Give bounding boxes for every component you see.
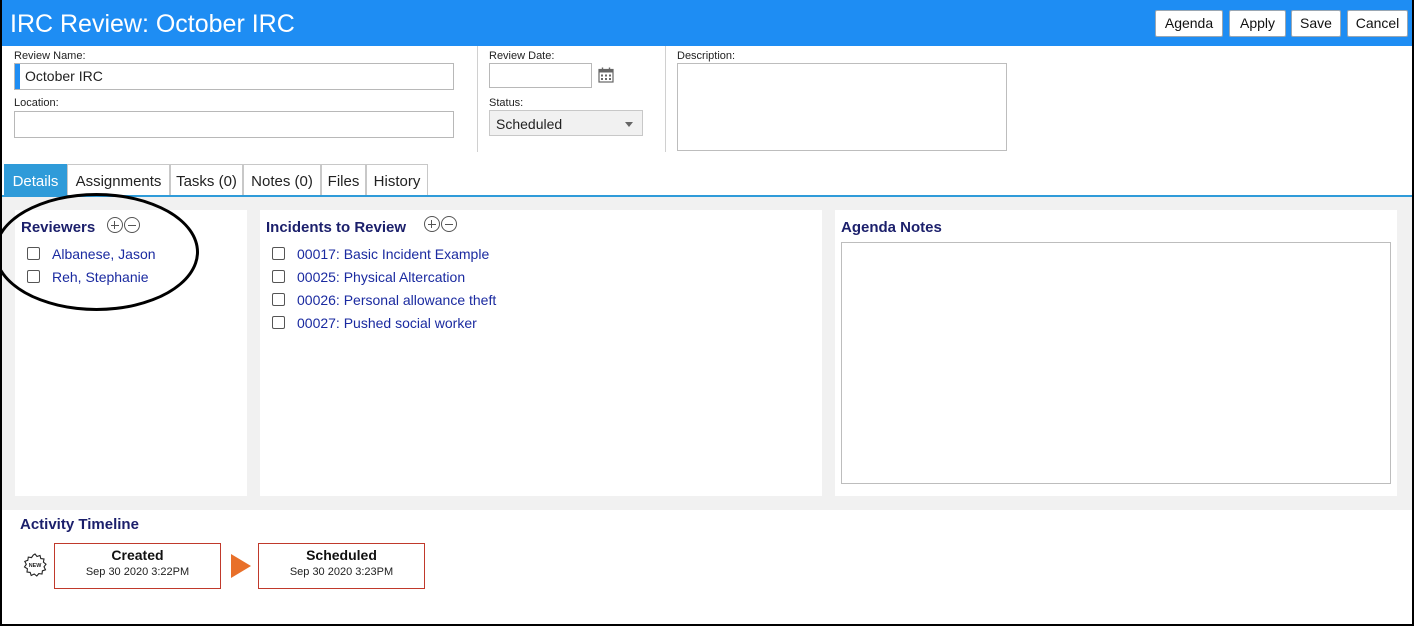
tab-notes[interactable]: Notes (0) [243, 164, 321, 196]
review-name-label: Review Name: [14, 50, 86, 62]
agenda-notes-title: Agenda Notes [841, 219, 942, 236]
tab-details[interactable]: Details [4, 164, 67, 196]
add-circle-icon[interactable] [424, 216, 440, 232]
tab-files[interactable]: Files [321, 164, 366, 196]
reviewer-checkbox[interactable] [27, 247, 40, 260]
location-label: Location: [14, 97, 59, 109]
arrow-right-icon [231, 554, 251, 578]
list-item: Albanese, Jason [27, 245, 237, 265]
timeline-event-created: Created Sep 30 2020 3:22PM [54, 543, 221, 589]
reviewer-link[interactable]: Albanese, Jason [52, 245, 156, 263]
review-date-label: Review Date: [489, 50, 555, 62]
incident-checkbox[interactable] [272, 316, 285, 329]
calendar-icon[interactable] [598, 67, 614, 83]
save-button[interactable]: Save [1291, 10, 1341, 37]
required-indicator [15, 64, 20, 89]
review-name-value: October IRC [25, 68, 103, 84]
status-value: Scheduled [496, 116, 563, 132]
incidents-panel: Incidents to Review 00017: Basic Inciden… [260, 210, 822, 496]
form-divider-2 [665, 46, 666, 152]
title-bar: IRC Review: October IRC Agenda Apply Sav… [2, 0, 1412, 46]
details-content: Reviewers Albanese, Jason Reh, Stephanie… [2, 197, 1412, 510]
list-item: 00017: Basic Incident Example [272, 245, 672, 265]
timeline-event-name: Scheduled [306, 547, 377, 563]
reviewers-title: Reviewers [21, 219, 96, 236]
list-item: Reh, Stephanie [27, 268, 237, 288]
agenda-notes-panel: Agenda Notes [835, 210, 1397, 496]
incident-link[interactable]: 00017: Basic Incident Example [297, 245, 489, 263]
add-circle-icon[interactable] [107, 217, 123, 233]
agenda-button[interactable]: Agenda [1155, 10, 1223, 37]
review-date-field[interactable] [489, 63, 592, 88]
page-title: IRC Review: October IRC [10, 10, 295, 38]
timeline-event-date: Sep 30 2020 3:22PM [85, 566, 190, 578]
chevron-down-icon [625, 122, 633, 127]
location-field[interactable] [14, 111, 454, 138]
activity-timeline-title: Activity Timeline [20, 516, 139, 533]
apply-button[interactable]: Apply [1229, 10, 1286, 37]
new-badge-text: NEW [29, 563, 42, 569]
description-label: Description: [677, 50, 736, 62]
form-divider [477, 46, 478, 152]
status-select[interactable]: Scheduled [489, 110, 643, 136]
remove-circle-icon[interactable] [441, 216, 457, 232]
list-item: 00027: Pushed social worker [272, 314, 672, 334]
description-field[interactable] [677, 63, 1007, 151]
incident-link[interactable]: 00026: Personal allowance theft [297, 291, 496, 309]
incident-checkbox[interactable] [272, 293, 285, 306]
timeline-event-name: Created [111, 547, 164, 563]
tab-assignments[interactable]: Assignments [67, 164, 170, 196]
tab-history[interactable]: History [366, 164, 428, 196]
incident-link[interactable]: 00027: Pushed social worker [297, 314, 477, 332]
reviewer-link[interactable]: Reh, Stephanie [52, 268, 149, 286]
status-label: Status: [489, 97, 524, 109]
agenda-notes-textarea[interactable] [841, 242, 1391, 484]
tab-tasks[interactable]: Tasks (0) [170, 164, 243, 196]
timeline-event-date: Sep 30 2020 3:23PM [289, 566, 394, 578]
incident-link[interactable]: 00025: Physical Altercation [297, 268, 465, 286]
incident-checkbox[interactable] [272, 247, 285, 260]
incidents-title: Incidents to Review [266, 219, 407, 236]
list-item: 00025: Physical Altercation [272, 268, 672, 288]
remove-circle-icon[interactable] [124, 217, 140, 233]
list-item: 00026: Personal allowance theft [272, 291, 672, 311]
review-name-field[interactable]: October IRC [14, 63, 454, 90]
reviewers-panel: Reviewers Albanese, Jason Reh, Stephanie [15, 210, 247, 496]
reviewer-checkbox[interactable] [27, 270, 40, 283]
cancel-button[interactable]: Cancel [1347, 10, 1408, 37]
new-badge-icon: NEW [23, 553, 47, 577]
incident-checkbox[interactable] [272, 270, 285, 283]
timeline-event-scheduled: Scheduled Sep 30 2020 3:23PM [258, 543, 425, 589]
